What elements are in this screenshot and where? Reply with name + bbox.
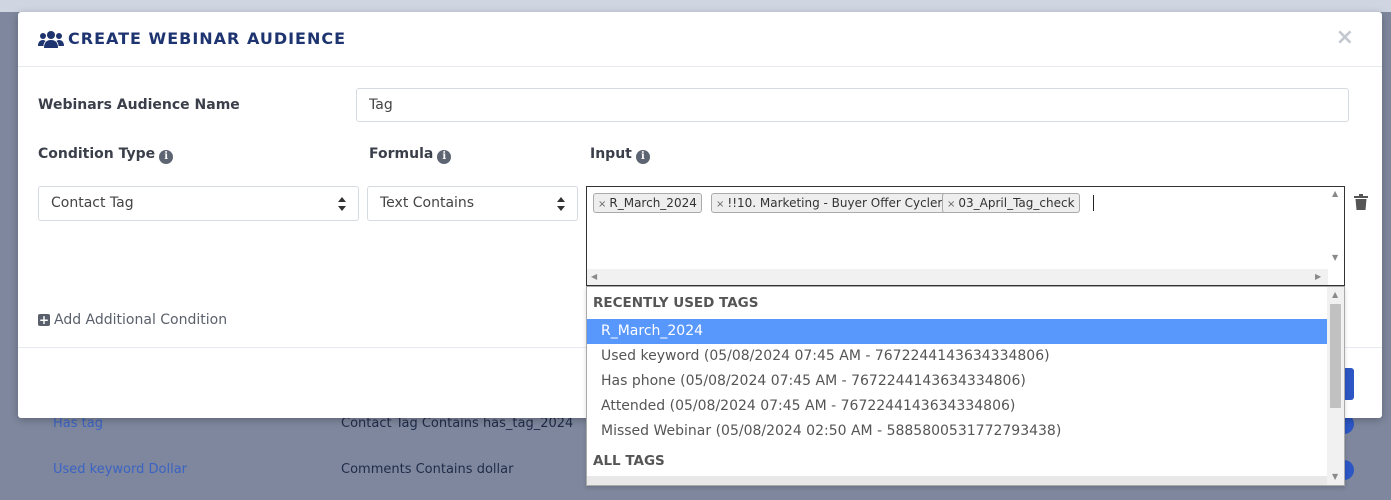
tag-chip: × R_March_2024: [593, 193, 702, 213]
tag-dropdown: RECENTLY USED TAGS R_March_2024 Used key…: [586, 286, 1345, 486]
dropdown-option[interactable]: R_March_2024: [587, 319, 1328, 344]
scroll-right-icon[interactable]: ▶: [1315, 272, 1321, 281]
info-circle-icon[interactable]: i: [437, 150, 452, 164]
scroll-down-icon[interactable]: ▼: [1332, 472, 1338, 481]
all-tags-group: ALL TAGS: [593, 453, 665, 469]
audience-name-label: Webinars Audience Name: [38, 97, 240, 113]
dropdown-option-partial[interactable]: [587, 476, 1328, 485]
formula-value: Text Contains: [380, 195, 475, 211]
trash-icon[interactable]: [1354, 194, 1368, 210]
recently-used-tags-group: RECENTLY USED TAGS: [593, 295, 759, 311]
condition-type-value: Contact Tag: [51, 195, 134, 211]
sort-arrows-icon: [338, 197, 346, 211]
background-header: [0, 0, 1391, 12]
scroll-down-icon[interactable]: ▼: [1332, 253, 1338, 262]
background-audience-name: Used keyword Dollar: [53, 462, 188, 477]
dropdown-option[interactable]: Missed Webinar (05/08/2024 02:50 AM - 58…: [587, 419, 1328, 444]
modal-title: CREATE WEBINAR AUDIENCE: [68, 29, 347, 48]
background-audience-condition: Contact Tag Contains has_tag_2024: [341, 416, 574, 431]
condition-type-label: Condition Type i: [38, 146, 174, 164]
formula-label: Formula i: [369, 146, 452, 164]
formula-select[interactable]: Text Contains: [367, 186, 578, 221]
modal-header: CREATE WEBINAR AUDIENCE ×: [18, 12, 1382, 67]
text-caret: [1093, 195, 1094, 211]
tag-box-vertical-scrollbar[interactable]: ▲ ▼: [1328, 187, 1344, 271]
dropdown-option[interactable]: Attended (05/08/2024 07:45 AM - 76722441…: [587, 394, 1328, 419]
users-icon: [38, 31, 64, 48]
tag-chip: × 03_April_Tag_check: [942, 193, 1080, 213]
dropdown-scroll-thumb[interactable]: [1330, 304, 1341, 408]
input-label: Input i: [590, 146, 650, 164]
tag-remove-button[interactable]: ×: [947, 199, 955, 210]
save-button[interactable]: [1344, 368, 1354, 400]
tag-remove-button[interactable]: ×: [716, 199, 724, 210]
scroll-up-icon[interactable]: ▲: [1332, 189, 1338, 198]
tag-chip-label: !!10. Marketing - Buyer Offer Cycler: [727, 196, 943, 210]
add-condition-label: Add Additional Condition: [54, 312, 228, 328]
tag-remove-button[interactable]: ×: [598, 199, 606, 210]
plus-square-icon: +: [38, 313, 50, 327]
tag-chip: × !!10. Marketing - Buyer Offer Cycler: [711, 193, 948, 213]
close-button[interactable]: ×: [1336, 25, 1354, 50]
tag-chip-label: R_March_2024: [609, 196, 697, 210]
sort-arrows-icon: [557, 197, 565, 211]
dropdown-scrollbar[interactable]: ▲ ▼: [1327, 287, 1344, 485]
background-audience-condition: Comments Contains dollar: [341, 462, 514, 477]
info-circle-icon[interactable]: i: [635, 150, 650, 164]
condition-type-label-text: Condition Type: [38, 146, 156, 162]
condition-type-select[interactable]: Contact Tag: [38, 186, 359, 221]
input-label-text: Input: [590, 146, 632, 162]
formula-label-text: Formula: [369, 146, 434, 162]
audience-name-input[interactable]: [356, 88, 1349, 122]
dropdown-option[interactable]: Has phone (05/08/2024 07:45 AM - 7672244…: [587, 369, 1328, 394]
tag-box-horizontal-scrollbar[interactable]: ◀ ▶: [587, 269, 1328, 285]
scroll-up-icon[interactable]: ▲: [1332, 290, 1338, 299]
scroll-left-icon[interactable]: ◀: [591, 272, 597, 281]
add-additional-condition-link[interactable]: + Add Additional Condition: [38, 312, 227, 328]
tag-chip-label: 03_April_Tag_check: [958, 196, 1075, 210]
background-audience-name: Has tag: [53, 416, 103, 431]
tag-multiselect-input[interactable]: × R_March_2024 × !!10. Marketing - Buyer O…: [586, 186, 1345, 286]
info-circle-icon[interactable]: i: [159, 150, 174, 164]
dropdown-option[interactable]: Used keyword (05/08/2024 07:45 AM - 7672…: [587, 344, 1328, 369]
